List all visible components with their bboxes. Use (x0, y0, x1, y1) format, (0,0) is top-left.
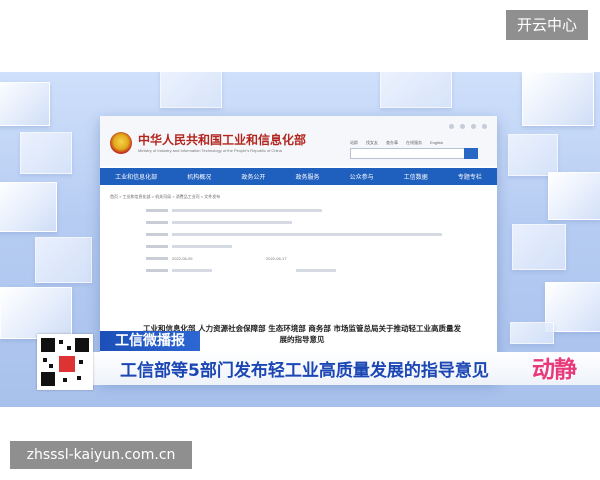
mobile-icon[interactable] (471, 124, 476, 129)
nav-item[interactable]: 工信数据 (404, 172, 428, 181)
search-input[interactable] (350, 148, 466, 159)
ministry-header: 中华人民共和国工业和信息化部 Ministry of Industry and … (100, 116, 497, 166)
background-cube (20, 132, 72, 174)
background-cube (0, 182, 57, 232)
channel-badge: 开云中心 (506, 10, 588, 40)
wechat-icon[interactable] (460, 124, 465, 129)
top-link[interactable]: 在线服务 (406, 140, 422, 146)
nav-item[interactable]: 政务公开 (241, 172, 265, 181)
ministry-title: 中华人民共和国工业和信息化部 (138, 133, 307, 147)
background-cube (548, 172, 600, 220)
background-cube (510, 322, 554, 344)
national-emblem-icon (110, 132, 132, 154)
nav-item[interactable]: 政务服务 (295, 172, 319, 181)
publish-date: 2022-06-17 (266, 256, 287, 261)
background-cube (0, 82, 50, 126)
qr-code-icon (37, 334, 93, 390)
background-cube (35, 237, 92, 283)
background-cube (0, 287, 72, 339)
accessibility-icon[interactable] (482, 124, 487, 129)
site-watermark: zhsssl-kaiyun.com.cn (10, 441, 192, 469)
top-link[interactable]: 查办事 (386, 140, 398, 146)
nav-item[interactable]: 工业和信息化部 (115, 172, 157, 181)
news-ticker: 工信部等5部门发布轻工业高质量发展的指导意见 (120, 361, 489, 381)
nav-item[interactable]: 专题专栏 (458, 172, 482, 181)
breadcrumb: 首页 > 工业和信息化部 > 机关司局 > 消费品工业司 > 文件发布 (110, 194, 221, 199)
weibo-icon[interactable] (449, 124, 454, 129)
top-link[interactable]: English (430, 140, 443, 146)
search-button[interactable] (464, 148, 478, 159)
program-label: 工信微播报 (100, 331, 200, 351)
main-nav: 工业和信息化部 机构概况 政务公开 政务服务 公众参与 工信数据 专题专栏 (100, 168, 497, 185)
nav-item[interactable]: 公众参与 (350, 172, 374, 181)
background-cube (380, 72, 452, 108)
ministry-subtitle: Ministry of Industry and Information Tec… (138, 148, 282, 153)
document-metadata: 2022-06-09 2022-06-17 (146, 208, 446, 280)
nav-item[interactable]: 机构概况 (187, 172, 211, 181)
background-cube (522, 72, 594, 126)
header-tool-icons (449, 124, 487, 129)
background-cube (512, 224, 566, 270)
issue-date: 2022-06-09 (172, 256, 193, 261)
channel-logo: 动静 (532, 357, 577, 383)
top-links: 站群 找女友 查办事 在线服务 English (350, 140, 443, 146)
background-cube (160, 72, 222, 108)
top-link[interactable]: 站群 (350, 140, 358, 146)
background-cube (508, 134, 558, 176)
top-link[interactable]: 找女友 (366, 140, 378, 146)
qr-center-logo (57, 354, 77, 374)
